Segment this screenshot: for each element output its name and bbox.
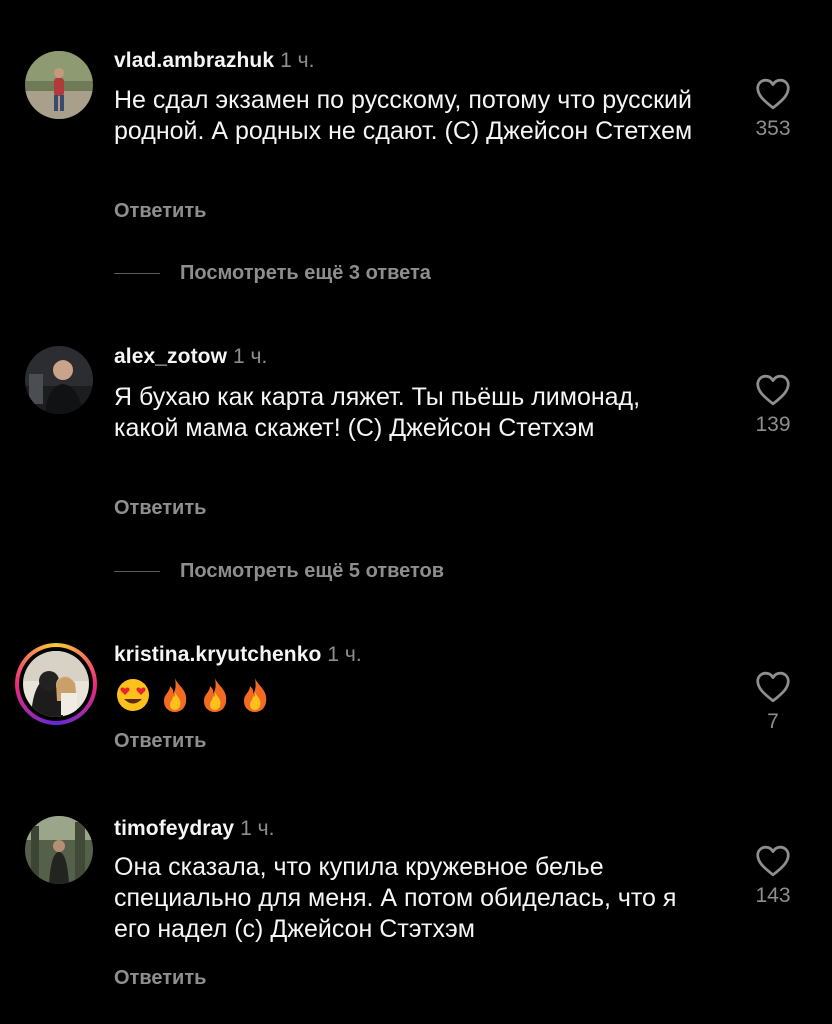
avatar[interactable] xyxy=(25,346,93,414)
divider-line xyxy=(114,571,160,573)
comment-text: Я бухаю как карта ляжет. Ты пьёшь лимона… xyxy=(114,383,641,442)
like-area: 143 xyxy=(740,845,806,909)
timestamp: 1 ч. xyxy=(233,345,268,368)
view-replies-button[interactable]: Посмотреть ещё 5 ответов xyxy=(114,559,444,583)
reply-button[interactable]: Ответить xyxy=(114,199,206,223)
like-count: 143 xyxy=(755,884,791,907)
username[interactable]: alex_zotow xyxy=(114,345,227,368)
username[interactable]: kristina.kryutchenko xyxy=(114,643,321,666)
heart-eyes-emoji xyxy=(117,679,149,711)
reply-button[interactable]: Ответить xyxy=(114,729,206,753)
heart-outline-icon[interactable] xyxy=(755,845,791,877)
like-count: 7 xyxy=(767,710,779,733)
comment-header: vlad.ambrazhuk 1 ч. xyxy=(114,48,314,74)
comment-text: Не сдал экзамен по русскому, потому что … xyxy=(114,86,693,145)
heart-outline-icon[interactable] xyxy=(755,374,791,406)
comment-text: Она сказала, что купила кружевное белье … xyxy=(114,853,677,943)
fire-emoji xyxy=(204,678,227,712)
comment-emojis xyxy=(114,676,272,714)
comment-header: alex_zotow 1 ч. xyxy=(114,344,267,370)
story-ring-gap xyxy=(19,647,93,721)
username[interactable]: timofeydray xyxy=(114,817,234,840)
like-area: 139 xyxy=(740,374,806,438)
reply-button[interactable]: Ответить xyxy=(114,496,206,520)
like-area: 7 xyxy=(740,671,806,735)
like-count: 139 xyxy=(755,413,791,436)
comment-header: kristina.kryutchenko 1 ч. xyxy=(114,642,362,668)
like-count: 353 xyxy=(755,117,791,140)
avatar[interactable] xyxy=(25,51,93,119)
fire-emoji xyxy=(164,678,187,712)
username[interactable]: vlad.ambrazhuk xyxy=(114,49,274,72)
divider-line xyxy=(114,273,160,275)
heart-outline-icon[interactable] xyxy=(755,671,791,703)
reply-button[interactable]: Ответить xyxy=(114,966,206,990)
avatar xyxy=(23,651,89,717)
heart-outline-icon[interactable] xyxy=(755,78,791,110)
view-replies-label: Посмотреть ещё 3 ответа xyxy=(180,262,431,284)
comment-header: timofeydray 1 ч. xyxy=(114,816,274,842)
view-replies-button[interactable]: Посмотреть ещё 3 ответа xyxy=(114,261,431,285)
timestamp: 1 ч. xyxy=(327,643,362,666)
avatar-story-ring[interactable] xyxy=(15,643,97,725)
like-area: 353 xyxy=(740,78,806,142)
avatar[interactable] xyxy=(25,816,93,884)
view-replies-label: Посмотреть ещё 5 ответов xyxy=(180,560,445,582)
timestamp: 1 ч. xyxy=(240,817,275,840)
timestamp: 1 ч. xyxy=(280,49,315,72)
fire-emoji xyxy=(244,678,267,712)
